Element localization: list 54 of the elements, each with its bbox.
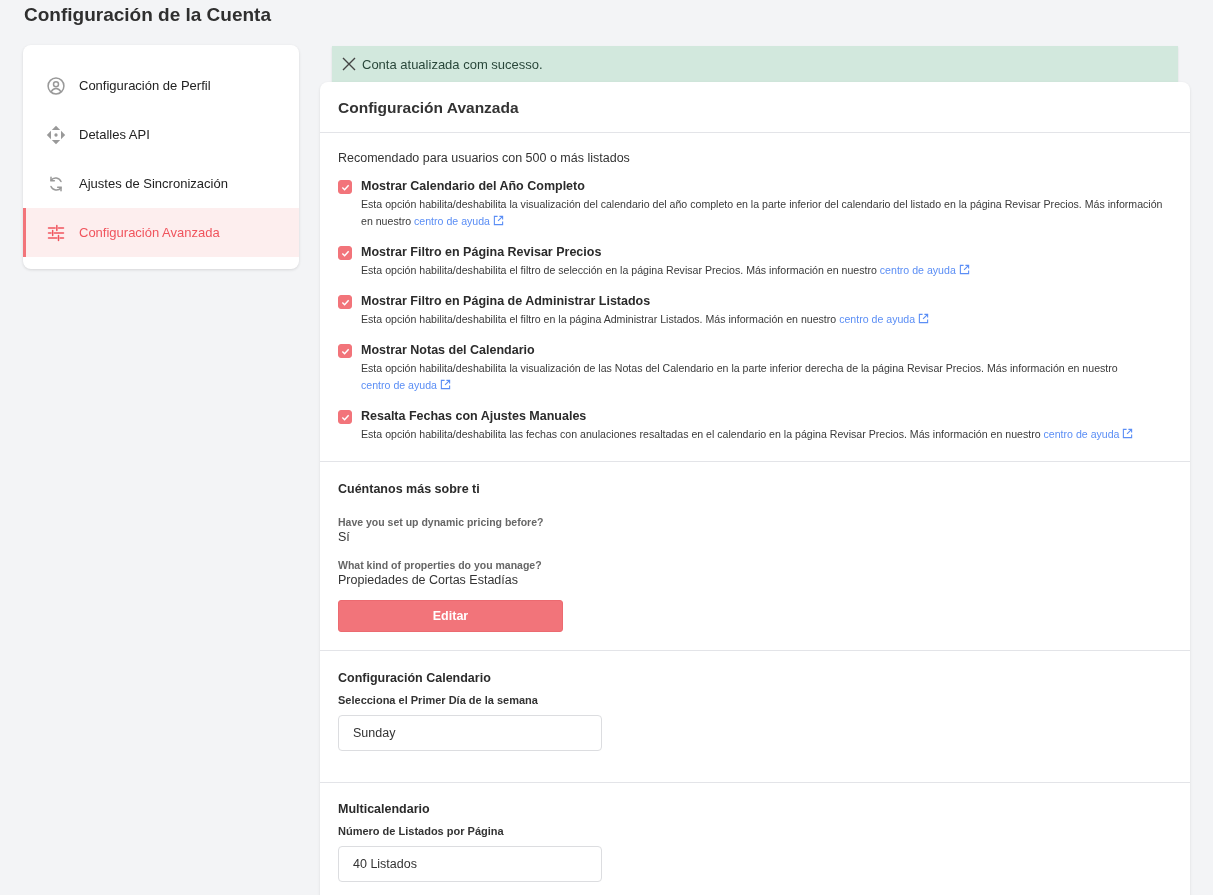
option-label: Mostrar Calendario del Año Completo (361, 179, 586, 193)
help-link[interactable]: centro de ayuda (414, 215, 504, 227)
close-icon[interactable] (342, 57, 356, 71)
field-label: Selecciona el Primer Día de la semana (338, 694, 539, 706)
check-icon (340, 182, 350, 192)
help-link[interactable]: centro de ayuda (839, 313, 930, 325)
listings-per-page-field[interactable]: 40 Listados (338, 846, 602, 882)
checkbox[interactable] (338, 180, 352, 194)
help-link[interactable]: centro de ayuda (361, 379, 451, 391)
option-label: Mostrar Filtro en Página Revisar Precios (361, 245, 603, 259)
sidebar-item[interactable]: Configuración de Perfil (23, 61, 299, 110)
first-day-field[interactable]: Sunday (338, 715, 602, 751)
page-title: Configuración de la Cuenta (24, 4, 273, 26)
sidebar-item[interactable]: Configuración Avanzada (23, 208, 299, 257)
edit-button[interactable]: Editar (338, 600, 563, 632)
checkbox[interactable] (338, 344, 352, 358)
option-description: Esta opción habilita/deshabilita la visualización del calendario del año completo en la parte inferior del calendario del listado en la página Revisar Precios. Más información en nuestro centro de ayuda (361, 197, 1164, 229)
option-label: Mostrar Notas del Calendario (361, 343, 536, 357)
question-label: What kind of properties do you manage? (338, 559, 543, 571)
answer-text: Propiedades de Cortas Estadías (338, 573, 519, 587)
field-label: Número de Listados por Página (338, 825, 505, 837)
option-label: Mostrar Filtro en Página de Administrar Listados (361, 294, 652, 308)
external-link-icon (958, 264, 970, 275)
check-icon (340, 346, 350, 356)
check-icon (340, 297, 350, 307)
answer-text: Sí (338, 530, 351, 544)
sliders-icon (46, 222, 66, 243)
section-title: Cuéntanos más sobre ti (338, 482, 481, 496)
option-description: Esta opción habilita/deshabilita las fechas con anulaciones resaltadas en el calendario en la página Revisar Precios. Más información en nuestro centro de ayuda (361, 426, 1134, 443)
checkbox[interactable] (338, 410, 352, 424)
sidebar-item[interactable]: Ajustes de Sincronización (23, 159, 299, 208)
question-label: Have you set up dynamic pricing before? (338, 516, 545, 528)
external-link-icon (918, 313, 930, 324)
option-label: Resalta Fechas con Ajustes Manuales (361, 409, 588, 423)
help-link[interactable]: centro de ayuda (1043, 428, 1134, 440)
checkbox[interactable] (338, 246, 352, 260)
checkbox[interactable] (338, 295, 352, 309)
alert-message: Conta atualizada com sucesso. (362, 56, 543, 72)
external-link-icon (1122, 428, 1134, 439)
intro-text: Recomendado para usuarios con 500 o más listados (338, 151, 631, 165)
option-description: Esta opción habilita/deshabilita el filtro de selección en la página Revisar Precios. Más información en nuestro centro de ayuda (361, 262, 970, 279)
user-icon (46, 75, 66, 96)
panel-title: Configuración Avanzada (320, 82, 1190, 133)
help-link[interactable]: centro de ayuda (879, 264, 970, 276)
external-link-icon (439, 379, 451, 390)
diamond-arrows-icon (46, 124, 66, 145)
external-link-icon (492, 215, 504, 226)
option-description: Esta opción habilita/deshabilita el filtro en la página Administrar Listados. Más información en nuestro centro de ayuda (361, 311, 930, 328)
option-description: Esta opción habilita/deshabilita la visualización de las Notas del Calendario en la parte inferior derecha de la página Revisar Precios. Más información en nuestro centro de ayuda (361, 361, 1119, 393)
section-title: Multicalendario (338, 802, 431, 816)
section-title: Configuración Calendario (338, 671, 492, 685)
check-icon (340, 248, 350, 258)
check-icon (340, 412, 350, 422)
sidebar-item[interactable]: Detalles API (23, 110, 299, 159)
